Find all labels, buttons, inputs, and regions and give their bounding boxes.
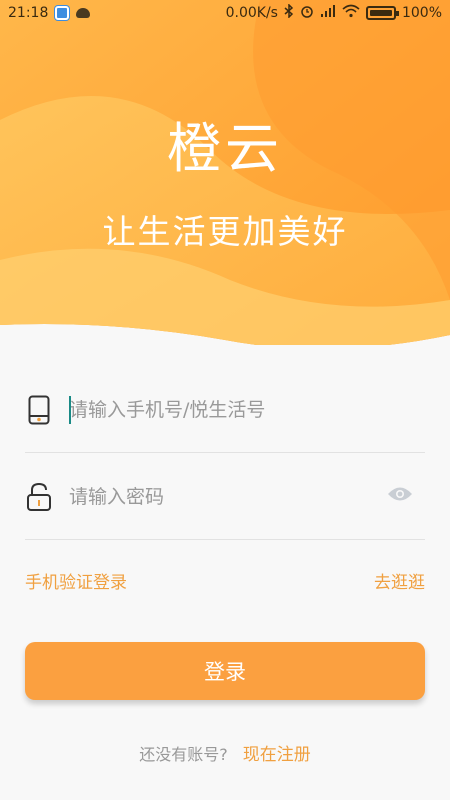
alarm-icon bbox=[300, 4, 314, 22]
phone-input[interactable] bbox=[69, 399, 369, 421]
status-time: 21:18 bbox=[8, 5, 49, 21]
browse-link[interactable]: 去逛逛 bbox=[374, 568, 425, 593]
phone-divider bbox=[25, 452, 425, 453]
app-slogan: 让生活更加美好 bbox=[102, 212, 348, 251]
android-icon bbox=[76, 8, 91, 18]
password-divider bbox=[25, 539, 425, 540]
network-speed: 0.00K/s bbox=[225, 5, 278, 21]
register-link[interactable]: 现在注册 bbox=[243, 745, 311, 765]
battery-percent: 100% bbox=[401, 5, 442, 21]
bluetooth-icon bbox=[284, 3, 294, 22]
battery-icon bbox=[365, 6, 399, 20]
app-title: 橙云 bbox=[167, 117, 283, 180]
phone-field[interactable] bbox=[25, 380, 425, 440]
lock-icon bbox=[25, 481, 53, 513]
signal-icon bbox=[320, 4, 336, 22]
status-bar: 21:18 0.00K/s 100% bbox=[0, 0, 450, 26]
register-prompt: 还没有账号? 现在注册 bbox=[0, 740, 450, 765]
text-cursor bbox=[69, 396, 71, 424]
header-hero: 21:18 0.00K/s 100% 橙云 让生活更加美好 bbox=[0, 0, 450, 345]
password-field[interactable] bbox=[25, 467, 425, 527]
phone-icon bbox=[25, 394, 53, 426]
login-button[interactable]: 登录 bbox=[25, 642, 425, 700]
show-password-eye-icon[interactable] bbox=[387, 485, 413, 507]
notification-app-icon bbox=[55, 6, 70, 20]
register-question: 还没有账号? bbox=[139, 745, 228, 764]
wifi-icon bbox=[342, 4, 360, 22]
password-input[interactable] bbox=[69, 486, 369, 508]
sms-login-link[interactable]: 手机验证登录 bbox=[25, 568, 127, 593]
